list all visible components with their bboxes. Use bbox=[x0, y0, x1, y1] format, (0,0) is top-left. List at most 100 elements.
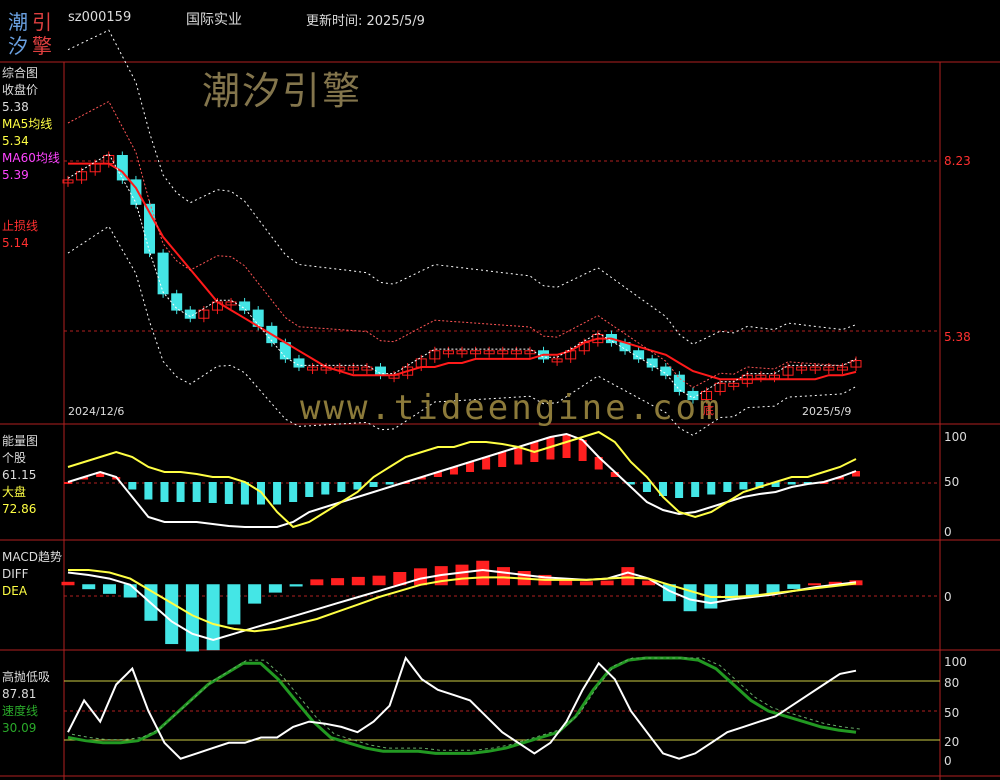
macd-bar bbox=[808, 583, 822, 586]
macd-bar bbox=[372, 575, 386, 586]
date-end: 2025/5/9 bbox=[802, 405, 852, 418]
close-label: 收盘价 bbox=[2, 83, 39, 97]
energy-bar bbox=[707, 482, 716, 495]
upper-band-line bbox=[67, 29, 857, 345]
macd-bar bbox=[476, 560, 490, 586]
osc-tick-80: 80 bbox=[944, 676, 960, 690]
macd-bar bbox=[496, 567, 510, 586]
macd-bar bbox=[414, 568, 428, 586]
main-title: 综合图 bbox=[2, 66, 39, 80]
energy-bar bbox=[128, 482, 137, 490]
energy-bar bbox=[691, 482, 700, 497]
energy-bar bbox=[321, 482, 330, 495]
ma5-value: 5.34 bbox=[2, 134, 29, 148]
macd-title: MACD趋势 bbox=[2, 550, 62, 564]
energy-bar bbox=[224, 482, 233, 504]
energy-bar bbox=[144, 482, 153, 500]
watermark-logo-text: 潮汐引擎 bbox=[202, 69, 363, 113]
candle-body bbox=[157, 252, 169, 295]
macd-bar bbox=[227, 584, 241, 625]
osc-speed-line bbox=[67, 656, 857, 755]
macd-bar bbox=[123, 584, 137, 598]
macd-bar bbox=[165, 584, 179, 645]
stop-label: 止损线 bbox=[2, 219, 39, 233]
low-marker: 底 bbox=[703, 404, 714, 417]
osc-value: 87.81 bbox=[2, 687, 37, 701]
candle-body bbox=[171, 293, 183, 311]
macd-bar bbox=[787, 584, 801, 589]
watermark-url: www.tideengine.com bbox=[300, 388, 723, 428]
osc-title: 高抛低吸 bbox=[2, 670, 51, 684]
macd-bar bbox=[621, 567, 635, 586]
osc-speed-signal-line bbox=[71, 657, 861, 751]
macd-bar bbox=[579, 581, 593, 586]
energy-bar bbox=[192, 482, 201, 502]
energy-stock-value: 61.15 bbox=[2, 468, 37, 482]
osc-speed-value: 30.09 bbox=[2, 721, 37, 735]
date-start: 2024/12/6 bbox=[68, 405, 125, 418]
energy-bar bbox=[289, 482, 298, 502]
energy-bar bbox=[64, 482, 72, 484]
energy-tick-0: 0 bbox=[944, 525, 952, 539]
macd-bar bbox=[310, 579, 324, 586]
macd-dea-label: DEA bbox=[2, 584, 28, 598]
macd-bar bbox=[745, 584, 759, 596]
macd-bar bbox=[455, 564, 469, 586]
energy-market-value: 72.86 bbox=[2, 502, 37, 516]
energy-bar bbox=[369, 482, 378, 487]
energy-title: 能量图 bbox=[2, 434, 39, 448]
ma5-line bbox=[67, 153, 857, 399]
energy-bar bbox=[739, 482, 748, 490]
energy-bar bbox=[787, 482, 796, 485]
main-tick-high: 8.23 bbox=[944, 154, 971, 168]
macd-bar bbox=[268, 584, 282, 593]
osc-tick-20: 20 bbox=[944, 735, 960, 749]
energy-bar bbox=[498, 452, 507, 467]
energy-stock-line bbox=[67, 432, 857, 528]
energy-bar bbox=[176, 482, 185, 502]
energy-bar bbox=[305, 482, 314, 497]
stop-value: 5.14 bbox=[2, 236, 29, 250]
energy-bar bbox=[385, 482, 394, 485]
energy-bar bbox=[675, 482, 684, 498]
macd-tick-0: 0 bbox=[944, 590, 952, 604]
macd-bar bbox=[82, 584, 96, 590]
macd-diff-label: DIFF bbox=[2, 567, 29, 581]
energy-bar bbox=[562, 434, 571, 458]
osc-speed-label: 速度线 bbox=[2, 704, 39, 718]
candle-body bbox=[660, 366, 672, 376]
ma60-label: MA60均线 bbox=[2, 151, 60, 165]
candle-body bbox=[239, 301, 251, 311]
osc-main-line bbox=[67, 655, 857, 760]
macd-bar bbox=[248, 584, 262, 604]
energy-stock-label: 个股 bbox=[2, 451, 27, 465]
candle-body bbox=[633, 350, 645, 360]
macd-bar bbox=[61, 581, 75, 586]
energy-market-label: 大盘 bbox=[2, 485, 27, 499]
energy-bar bbox=[208, 482, 217, 503]
macd-bar bbox=[351, 576, 365, 586]
macd-bar bbox=[600, 580, 614, 586]
macd-bar bbox=[331, 578, 345, 586]
candle-body bbox=[646, 358, 658, 368]
osc-tick-0: 0 bbox=[944, 754, 952, 768]
energy-tick-50: 50 bbox=[944, 475, 960, 489]
main-tick-close: 5.38 bbox=[944, 330, 971, 344]
ma5-label: MA5均线 bbox=[2, 117, 53, 131]
energy-bar bbox=[273, 482, 282, 505]
energy-bar bbox=[514, 447, 523, 465]
close-value: 5.38 bbox=[2, 100, 29, 114]
resistance-line bbox=[67, 100, 857, 389]
osc-tick-50: 50 bbox=[944, 706, 960, 720]
energy-bar bbox=[337, 482, 346, 492]
macd-bar bbox=[289, 584, 303, 587]
energy-bar bbox=[160, 482, 169, 502]
macd-bar bbox=[102, 584, 116, 594]
energy-market-line bbox=[67, 430, 857, 529]
energy-bar bbox=[723, 482, 732, 492]
osc-tick-100: 100 bbox=[944, 655, 967, 669]
energy-tick-100: 100 bbox=[944, 430, 967, 444]
energy-bar bbox=[642, 482, 651, 492]
energy-bar bbox=[240, 482, 249, 505]
ma60-value: 5.39 bbox=[2, 168, 29, 182]
